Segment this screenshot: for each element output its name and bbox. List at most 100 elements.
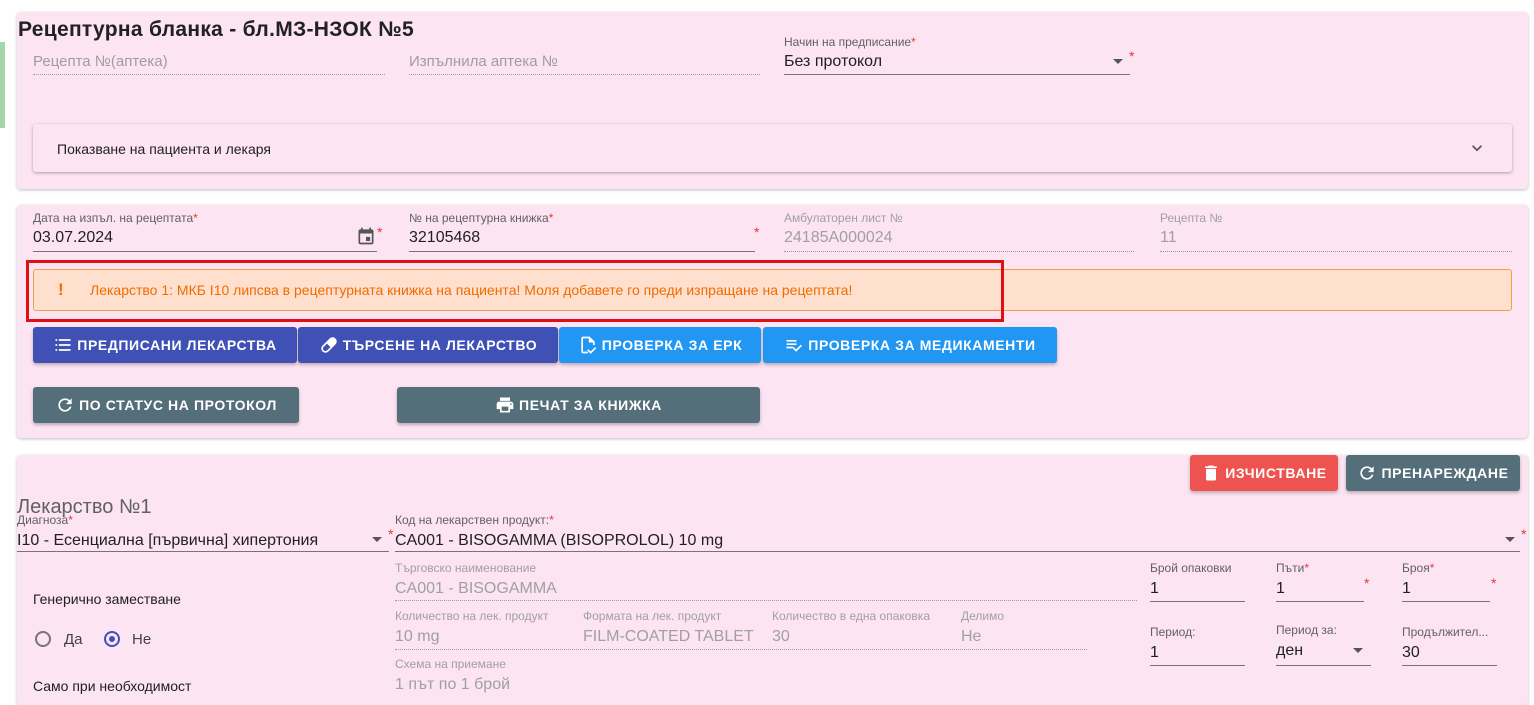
diagnosis-dropdown-icon[interactable] (372, 537, 382, 542)
times-required-mark: * (1364, 575, 1370, 591)
period-label: Период: (1150, 625, 1196, 639)
method-required-mark: * (1129, 48, 1135, 64)
erk-check-label: ПРОВЕРКА ЗА ЕРК (601, 337, 743, 353)
calendar-icon[interactable] (356, 226, 376, 246)
reorder-button[interactable]: ПРЕНАРЕЖДАНЕ (1346, 455, 1520, 491)
book-number-underline (409, 251, 755, 252)
generic-yes-radio[interactable] (35, 631, 51, 647)
generic-no-label[interactable]: Не (132, 631, 151, 648)
form-value: FILM-COATED TABLET (583, 628, 754, 645)
patient-doctor-expander[interactable]: Показване на пациента и лекаря (33, 124, 1512, 172)
count-input[interactable]: 1 (1402, 580, 1411, 598)
qty-per-pack-value: 30 (772, 628, 790, 645)
product-code-required-mark: * (1521, 526, 1527, 542)
product-code-underline (395, 551, 1520, 552)
book-required-mark: * (754, 224, 760, 240)
period-for-select[interactable]: ден (1276, 642, 1303, 660)
diagnosis-underline (17, 551, 389, 552)
diagnosis-select[interactable]: I10 - Есенциална [първична] хипертония (17, 532, 318, 550)
period-for-underline (1276, 665, 1371, 666)
count-label: Броя* (1402, 561, 1435, 575)
print-book-button[interactable]: ПЕЧАТ ЗА КНИЖКА (397, 387, 760, 423)
quantity-label: Количество на лек. продукт (395, 609, 549, 623)
book-number-label: № на рецептурна книжка* (409, 211, 554, 225)
period-for-label: Период за: (1276, 623, 1337, 637)
times-label: Пъти* (1276, 561, 1309, 575)
prescribed-drugs-label: ПРЕДПИСАНИ ЛЕКАРСТВА (77, 337, 277, 353)
protocol-status-label: ПО СТАТУС НА ПРОТОКОЛ (79, 397, 277, 413)
intake-scheme-value: 1 път по 1 брой (395, 676, 511, 693)
amb-sheet-value: 24185A000024 (784, 229, 893, 246)
recipe-number-input[interactable]: Рецепта №(аптека) (33, 53, 168, 70)
recipe-number-underline (33, 74, 385, 75)
packages-input[interactable]: 1 (1150, 580, 1159, 598)
date-label: Дата на изпъл. на рецептата* (33, 211, 198, 225)
diagnosis-required-mark: * (388, 526, 394, 542)
medications-check-button[interactable]: ПРОВЕРКА ЗА МЕДИКАМЕНТИ (763, 327, 1057, 363)
page-title: Рецептурна бланка - бл.МЗ-НЗОК №5 (18, 18, 414, 41)
refresh-icon (1360, 466, 1375, 480)
pharmacy-number-underline (409, 74, 760, 75)
duration-underline (1402, 665, 1497, 666)
diagnosis-label: Диагноза* (17, 513, 73, 527)
product-code-dropdown-icon[interactable] (1505, 537, 1515, 542)
recipe-no-value: 11 (1160, 229, 1177, 246)
when-needed-label: Само при необходимост (33, 678, 192, 694)
date-required-mark: * (377, 224, 383, 240)
trade-name-underline (395, 600, 1137, 601)
recipe-no-underline (1160, 251, 1512, 252)
method-dropdown-icon[interactable] (1113, 59, 1123, 64)
divisible-label: Делимо (961, 609, 1005, 623)
amb-sheet-label: Амбулаторен лист № (784, 211, 903, 225)
period-input[interactable]: 1 (1150, 644, 1159, 662)
duration-input[interactable]: 30 (1402, 644, 1420, 662)
qty-per-pack-label: Количество в една опаковка (772, 609, 930, 623)
duration-label: Продължител... (1402, 625, 1489, 639)
clear-button[interactable]: ИЗЧИСТВАНЕ (1190, 455, 1338, 491)
product-code-label: Код на лекарствен продукт:* (395, 513, 554, 527)
date-input[interactable]: 03.07.2024 (33, 229, 113, 247)
prescribed-drugs-button[interactable]: ПРЕДПИСАНИ ЛЕКАРСТВА (33, 327, 297, 363)
clear-label: ИЗЧИСТВАНЕ (1225, 465, 1327, 481)
highlight-box (26, 260, 1004, 322)
reorder-label: ПРЕНАРЕЖДАНЕ (1381, 465, 1509, 481)
trade-name-label: Търговско наименование (395, 561, 537, 575)
amb-sheet-underline (784, 251, 1134, 252)
chevron-down-icon[interactable] (1467, 138, 1487, 158)
trade-name-value: CA001 - BISOGAMMA (395, 580, 557, 597)
generic-yes-label[interactable]: Да (64, 631, 83, 648)
search-drug-button[interactable]: ТЪРСЕНЕ НА ЛЕКАРСТВО (298, 327, 558, 363)
method-select[interactable]: Без протокол (784, 53, 882, 71)
intake-scheme-label: Схема на приемане (395, 657, 506, 671)
method-label: Начин на предписание* (784, 35, 916, 49)
checklist-icon (786, 340, 803, 352)
left-accent-bar (0, 42, 5, 128)
product-code-select[interactable]: CA001 - BISOGAMMA (BISOPROLOL) 10 mg (395, 532, 723, 550)
packages-underline (1150, 601, 1245, 602)
medications-check-label: ПРОВЕРКА ЗА МЕДИКАМЕНТИ (808, 337, 1036, 353)
form-label: Формата на лек. продукт (583, 609, 722, 623)
drug-card: ИЗЧИСТВАНЕ ПРЕНАРЕЖДАНЕ Лекарство №1 Диа… (17, 455, 1528, 705)
prescription-header-card: Рецептурна бланка - бл.МЗ-НЗОК №5 Рецепт… (17, 12, 1528, 189)
execution-card: Дата на изпъл. на рецептата* 03.07.2024 … (17, 205, 1528, 438)
print-book-label: ПЕЧАТ ЗА КНИЖКА (519, 397, 662, 413)
times-input[interactable]: 1 (1276, 580, 1285, 598)
method-underline (784, 74, 1130, 75)
drug-details-underline (395, 649, 1087, 650)
expander-label: Показване на пациента и лекаря (57, 141, 271, 157)
pill-icon (321, 337, 337, 353)
generic-substitution-label: Генерично заместване (33, 591, 181, 607)
generic-no-radio[interactable] (104, 631, 120, 647)
book-number-input[interactable]: 32105468 (409, 229, 480, 247)
protocol-status-button[interactable]: ПО СТАТУС НА ПРОТОКОЛ (33, 387, 299, 423)
period-for-dropdown-icon[interactable] (1353, 648, 1363, 653)
packages-label: Брой опаковки (1150, 561, 1232, 575)
refresh-icon (58, 398, 72, 412)
count-underline (1402, 601, 1490, 602)
erk-check-button[interactable]: ПРОВЕРКА ЗА ЕРК (559, 327, 761, 363)
divisible-value: Не (961, 628, 982, 645)
document-check-icon (581, 336, 597, 354)
count-required-mark: * (1491, 575, 1497, 591)
quantity-value: 10 mg (395, 628, 440, 645)
pharmacy-number-input[interactable]: Изпълнила аптека № (409, 53, 558, 70)
